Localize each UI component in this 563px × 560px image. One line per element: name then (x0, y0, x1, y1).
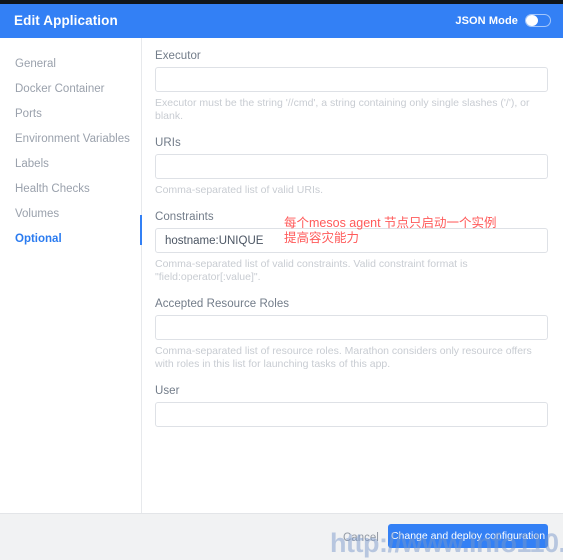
edit-application-dialog: Edit Application JSON Mode General Docke… (0, 0, 563, 560)
help-text-uris: Comma-separated list of valid URIs. (155, 184, 324, 196)
dialog-header: Edit Application JSON Mode (0, 4, 563, 38)
help-text-constraints: Comma-separated list of valid constraint… (155, 258, 468, 283)
toggle-knob (526, 15, 538, 26)
help-text-accepted-resource-roles: Comma-separated list of resource roles. … (155, 345, 532, 370)
field-label-accepted-resource-roles: Accepted Resource Roles (155, 298, 290, 310)
sidebar-nav: General Docker Container Ports Environme… (0, 38, 141, 252)
json-mode-toggle[interactable] (525, 14, 551, 27)
page-title: Edit Application (14, 13, 118, 28)
sidebar-item-health-checks[interactable]: Health Checks (0, 177, 141, 202)
sidebar-item-ports[interactable]: Ports (0, 102, 141, 127)
field-accepted-resource-roles: Accepted Resource Roles Comma-separated … (155, 298, 548, 371)
field-user: User (155, 385, 548, 427)
json-mode-toggle-group[interactable]: JSON Mode (455, 14, 551, 27)
field-uris: URIs Comma-separated list of valid URIs. (155, 137, 548, 197)
sidebar-divider (141, 38, 142, 513)
field-label-executor: Executor (155, 50, 201, 62)
sidebar-item-general[interactable]: General (0, 52, 141, 77)
active-nav-indicator (140, 215, 142, 245)
accepted-resource-roles-input[interactable] (155, 315, 548, 340)
field-constraints: Constraints Comma-separated list of vali… (155, 211, 548, 284)
help-text-executor: Executor must be the string '//cmd', a s… (155, 97, 530, 122)
uris-input[interactable] (155, 154, 548, 179)
sidebar-item-optional[interactable]: Optional (0, 227, 141, 252)
cancel-button[interactable]: Cancel (343, 532, 379, 544)
constraints-input[interactable] (155, 228, 548, 253)
json-mode-label: JSON Mode (455, 14, 518, 27)
optional-settings-form: Executor Executor must be the string '//… (155, 38, 548, 427)
field-label-constraints: Constraints (155, 211, 214, 223)
sidebar-item-labels[interactable]: Labels (0, 152, 141, 177)
sidebar-item-volumes[interactable]: Volumes (0, 202, 141, 227)
field-label-user: User (155, 385, 180, 397)
sidebar-item-docker-container[interactable]: Docker Container (0, 77, 141, 102)
field-label-uris: URIs (155, 137, 181, 149)
sidebar-item-environment-variables[interactable]: Environment Variables (0, 127, 141, 152)
executor-input[interactable] (155, 67, 548, 92)
user-input[interactable] (155, 402, 548, 427)
field-executor: Executor Executor must be the string '//… (155, 50, 548, 123)
change-and-deploy-configuration-button[interactable]: Change and deploy configuration (388, 524, 548, 548)
